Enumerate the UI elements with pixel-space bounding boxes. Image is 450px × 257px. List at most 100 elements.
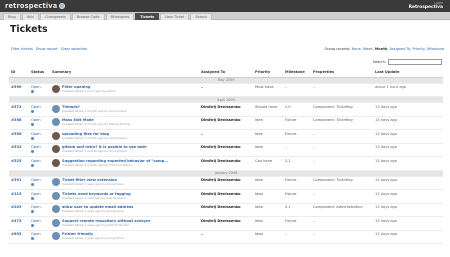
ticket-id[interactable]: #525 — [11, 159, 22, 163]
header-id[interactable]: ID — [9, 68, 29, 78]
ticket-id[interactable]: #590 — [11, 85, 22, 89]
group-month[interactable]: Month — [375, 47, 388, 51]
status-dot-icon — [31, 196, 34, 200]
table-row[interactable]: #115 Open Tickets need keywords or tagging… — [9, 189, 443, 204]
tab-milestones[interactable]: Milestones — [105, 13, 135, 20]
group-none[interactable]: None — [352, 47, 361, 51]
avatar — [52, 104, 60, 113]
table-row[interactable]: #525 Open Suggestion regarding expected be… — [9, 156, 443, 171]
ticket-last-update: 13 days ago — [375, 158, 398, 163]
header-status[interactable]: Status — [29, 68, 50, 78]
search-input[interactable] — [388, 59, 442, 65]
ticket-assigned: Dimitrij Denissenko — [201, 218, 241, 223]
ticket-assigned: Dimitrij Denissenko — [201, 205, 241, 209]
ticket-id[interactable]: #572 — [11, 105, 22, 109]
tab-browse-code[interactable]: Browse Code — [71, 13, 105, 20]
ticket-title[interactable]: Tickets need keywords or tagging — [62, 192, 131, 196]
table-row[interactable]: #556 Open uploading files for blog Created … — [9, 129, 443, 144]
ticket-assigned: Dimitrij Denissenko — [201, 178, 241, 182]
table-row[interactable]: #572 Open Themes? Created about 1 month ago… — [9, 102, 443, 117]
ticket-meta: Created about 1 month ago by Anonymous — [62, 135, 127, 140]
avatar — [52, 178, 60, 186]
avatar — [52, 218, 60, 227]
ticket-properties: – — [313, 145, 315, 149]
ticket-title[interactable]: Support remote repository without svnsyn… — [62, 219, 151, 223]
ticket-id[interactable]: #203 — [11, 205, 22, 209]
header-assigned-to[interactable]: Assigned To — [199, 68, 253, 78]
ticket-last-update: 13 days ago — [375, 145, 398, 149]
table-row[interactable]: #203 Open allow user to update email addre… — [9, 203, 443, 217]
ticket-last-update: 13 days ago — [375, 178, 398, 182]
avatar — [52, 191, 60, 200]
avatar — [52, 205, 60, 213]
ticket-id[interactable]: #558 — [11, 118, 22, 122]
tab-wiki[interactable]: Wiki — [21, 13, 40, 20]
ticket-last-update: 13 days ago — [375, 191, 398, 196]
ticket-properties: – — [313, 192, 315, 196]
ticket-meta: Created about 1 year ago by Joachim Hoer… — [62, 222, 130, 227]
property-label: – — [313, 158, 315, 163]
table-row[interactable]: #653 Open Printer friendly Created about 1 … — [9, 230, 443, 244]
ticket-id[interactable]: #391 — [11, 178, 22, 182]
ticket-meta: Created about 1 year ago by Carl W Glenn — [62, 195, 126, 200]
table-row[interactable]: #391 Open Ticket filter view extension Crea… — [9, 176, 443, 190]
table-row[interactable]: #532 Open github and retro? it is posible … — [9, 143, 443, 157]
logo[interactable]: retrospectiva — [5, 2, 66, 10]
status-dot-icon — [31, 123, 34, 126]
filter-tickets-link[interactable]: Filter tickets — [11, 47, 33, 51]
ticket-priority: Idea — [255, 118, 263, 122]
tab-tickets[interactable]: Tickets — [135, 13, 160, 20]
ticket-priority: Should have — [255, 104, 278, 109]
group-priority[interactable]: Priority — [412, 47, 424, 51]
ticket-priority: Idea — [255, 145, 263, 149]
ticket-last-update: about 1 hour ago — [375, 85, 406, 89]
property-label: Component: — [313, 104, 336, 109]
ticket-id[interactable]: #653 — [11, 232, 22, 236]
ticket-assigned: Dimitrij Denissenko — [201, 158, 241, 163]
group-label: Group records: — [324, 46, 351, 51]
show-report-link[interactable]: Show report — [36, 47, 58, 51]
table-row[interactable]: #473 Open Support remote repository withou… — [9, 216, 443, 231]
property-label: – — [313, 85, 315, 89]
ticket-id[interactable]: #115 — [11, 192, 22, 196]
status-dot-icon — [31, 163, 34, 167]
header-priority[interactable]: Priority — [253, 68, 283, 78]
header-summary[interactable]: Summary — [50, 68, 199, 78]
property-label: Component: — [313, 205, 336, 209]
ticket-summary: allow user to update email address Create… — [52, 205, 197, 213]
header-properties[interactable]: Properties — [311, 68, 373, 78]
tab-search[interactable]: Search — [190, 13, 213, 20]
table-header: ID Status Summary Assigned To Priority M… — [9, 68, 443, 78]
table-row[interactable]: #590 Open Filter opening Created about 1 ho… — [9, 83, 443, 97]
brand-name: Retrospectiva — [408, 4, 443, 10]
avatar — [52, 232, 60, 240]
clear-selection-link[interactable]: Clear selection — [61, 47, 88, 51]
ticket-meta: Created about 1 hour ago by admin — [62, 89, 116, 93]
ticket-last-update: 13 days ago — [375, 218, 398, 223]
tab-new-ticket[interactable]: New Ticket — [160, 13, 190, 20]
ticket-summary: Support remote repository without svnsyn… — [52, 218, 197, 227]
group-week[interactable]: Week — [363, 47, 373, 51]
header-milestone[interactable]: Milestone — [283, 68, 311, 78]
status-dot-icon — [31, 210, 34, 213]
group-assigned-to[interactable]: Assigned To — [390, 47, 411, 51]
ticket-title[interactable]: Suggestion regarding expected behavior o… — [62, 159, 168, 163]
ticket-summary: Tickets need keywords or tagging Created … — [52, 191, 197, 200]
ticket-priority: Idea — [255, 205, 263, 209]
ticket-last-update: 13 days ago — [375, 104, 398, 109]
ticket-id[interactable]: #556 — [11, 132, 22, 136]
header-last-update[interactable]: Last Update — [373, 68, 443, 78]
ticket-id[interactable]: #473 — [11, 219, 22, 223]
ticket-id[interactable]: #532 — [11, 145, 22, 149]
ticket-properties: – — [313, 85, 315, 89]
ticket-assigned: Dimitrij Denissenko — [201, 118, 241, 122]
status-dot-icon — [31, 136, 34, 140]
tab-blog[interactable]: Blog — [3, 13, 21, 20]
table-row[interactable]: #558 Open Mass Edit Mode Created about 1 mo… — [9, 116, 443, 130]
page-title: Tickets — [10, 24, 48, 35]
tab-changesets[interactable]: Changesets — [40, 13, 71, 20]
ticket-meta: Created about 1 month ago by Anonymous — [62, 149, 127, 153]
group-milestone[interactable]: Milestone — [427, 47, 444, 51]
property-label: Component: — [313, 178, 336, 182]
ticket-properties: Component: Ticketing — [313, 105, 353, 109]
